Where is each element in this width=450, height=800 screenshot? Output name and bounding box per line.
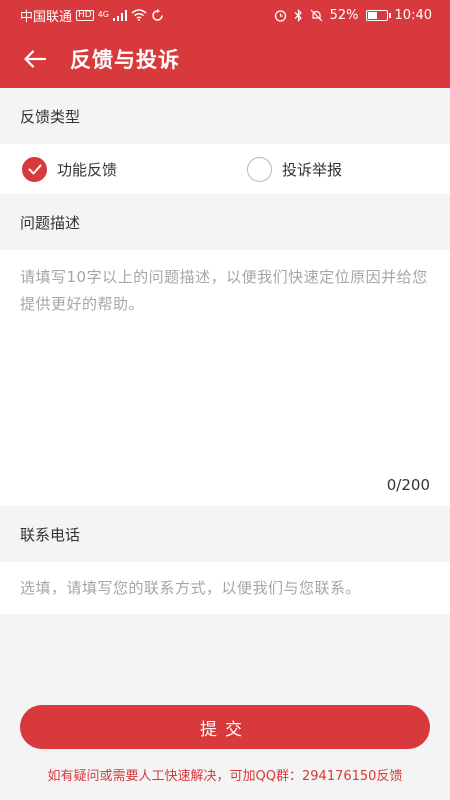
radio-complaint-report[interactable]: 投诉举报 bbox=[247, 144, 342, 194]
status-bar: 中国联通 HD 4G 52% 10:40 bbox=[0, 0, 450, 30]
checkmark-icon bbox=[28, 164, 41, 174]
description-label: 问题描述 bbox=[20, 213, 81, 232]
arrow-left-icon bbox=[24, 50, 46, 68]
network-type: 4G bbox=[97, 9, 110, 19]
mute-icon bbox=[310, 9, 323, 21]
alarm-icon bbox=[274, 9, 286, 22]
status-right: 52% 10:40 bbox=[274, 8, 432, 23]
contact-input[interactable] bbox=[0, 562, 450, 614]
status-time: 10:40 bbox=[394, 7, 432, 23]
app-bar: 反馈与投诉 bbox=[0, 30, 450, 88]
contact-label: 联系电话 bbox=[20, 525, 81, 544]
char-counter: 0/200 bbox=[386, 476, 430, 494]
contact-box bbox=[0, 562, 450, 614]
signal-icon bbox=[113, 9, 128, 21]
footer-note: 如有疑问或需要人工快速解决，可加QQ群：294176150反馈 bbox=[47, 769, 403, 784]
radio-checked-icon bbox=[22, 156, 47, 182]
radio-label: 投诉举报 bbox=[282, 160, 343, 179]
feedback-type-group: 功能反馈 投诉举报 bbox=[0, 144, 450, 194]
status-left: 中国联通 HD 4G bbox=[20, 6, 164, 25]
description-box: 0/200 bbox=[0, 250, 450, 506]
description-input[interactable] bbox=[0, 250, 450, 470]
submit-button[interactable]: 提交 bbox=[20, 705, 430, 749]
battery-percent: 52% bbox=[329, 7, 359, 23]
radio-label: 功能反馈 bbox=[57, 160, 118, 179]
hd-badge: HD bbox=[76, 9, 94, 21]
carrier-name: 中国联通 bbox=[20, 9, 73, 25]
feedback-type-label: 反馈类型 bbox=[20, 107, 81, 126]
back-button[interactable] bbox=[0, 30, 70, 88]
battery-icon bbox=[365, 9, 391, 21]
wifi-icon bbox=[131, 9, 147, 21]
sync-icon bbox=[152, 8, 163, 21]
bluetooth-icon bbox=[294, 8, 302, 22]
radio-function-feedback[interactable]: 功能反馈 bbox=[22, 144, 117, 194]
battery-fill bbox=[367, 11, 377, 19]
radio-unchecked-icon bbox=[247, 156, 272, 182]
page-title: 反馈与投诉 bbox=[70, 48, 180, 72]
